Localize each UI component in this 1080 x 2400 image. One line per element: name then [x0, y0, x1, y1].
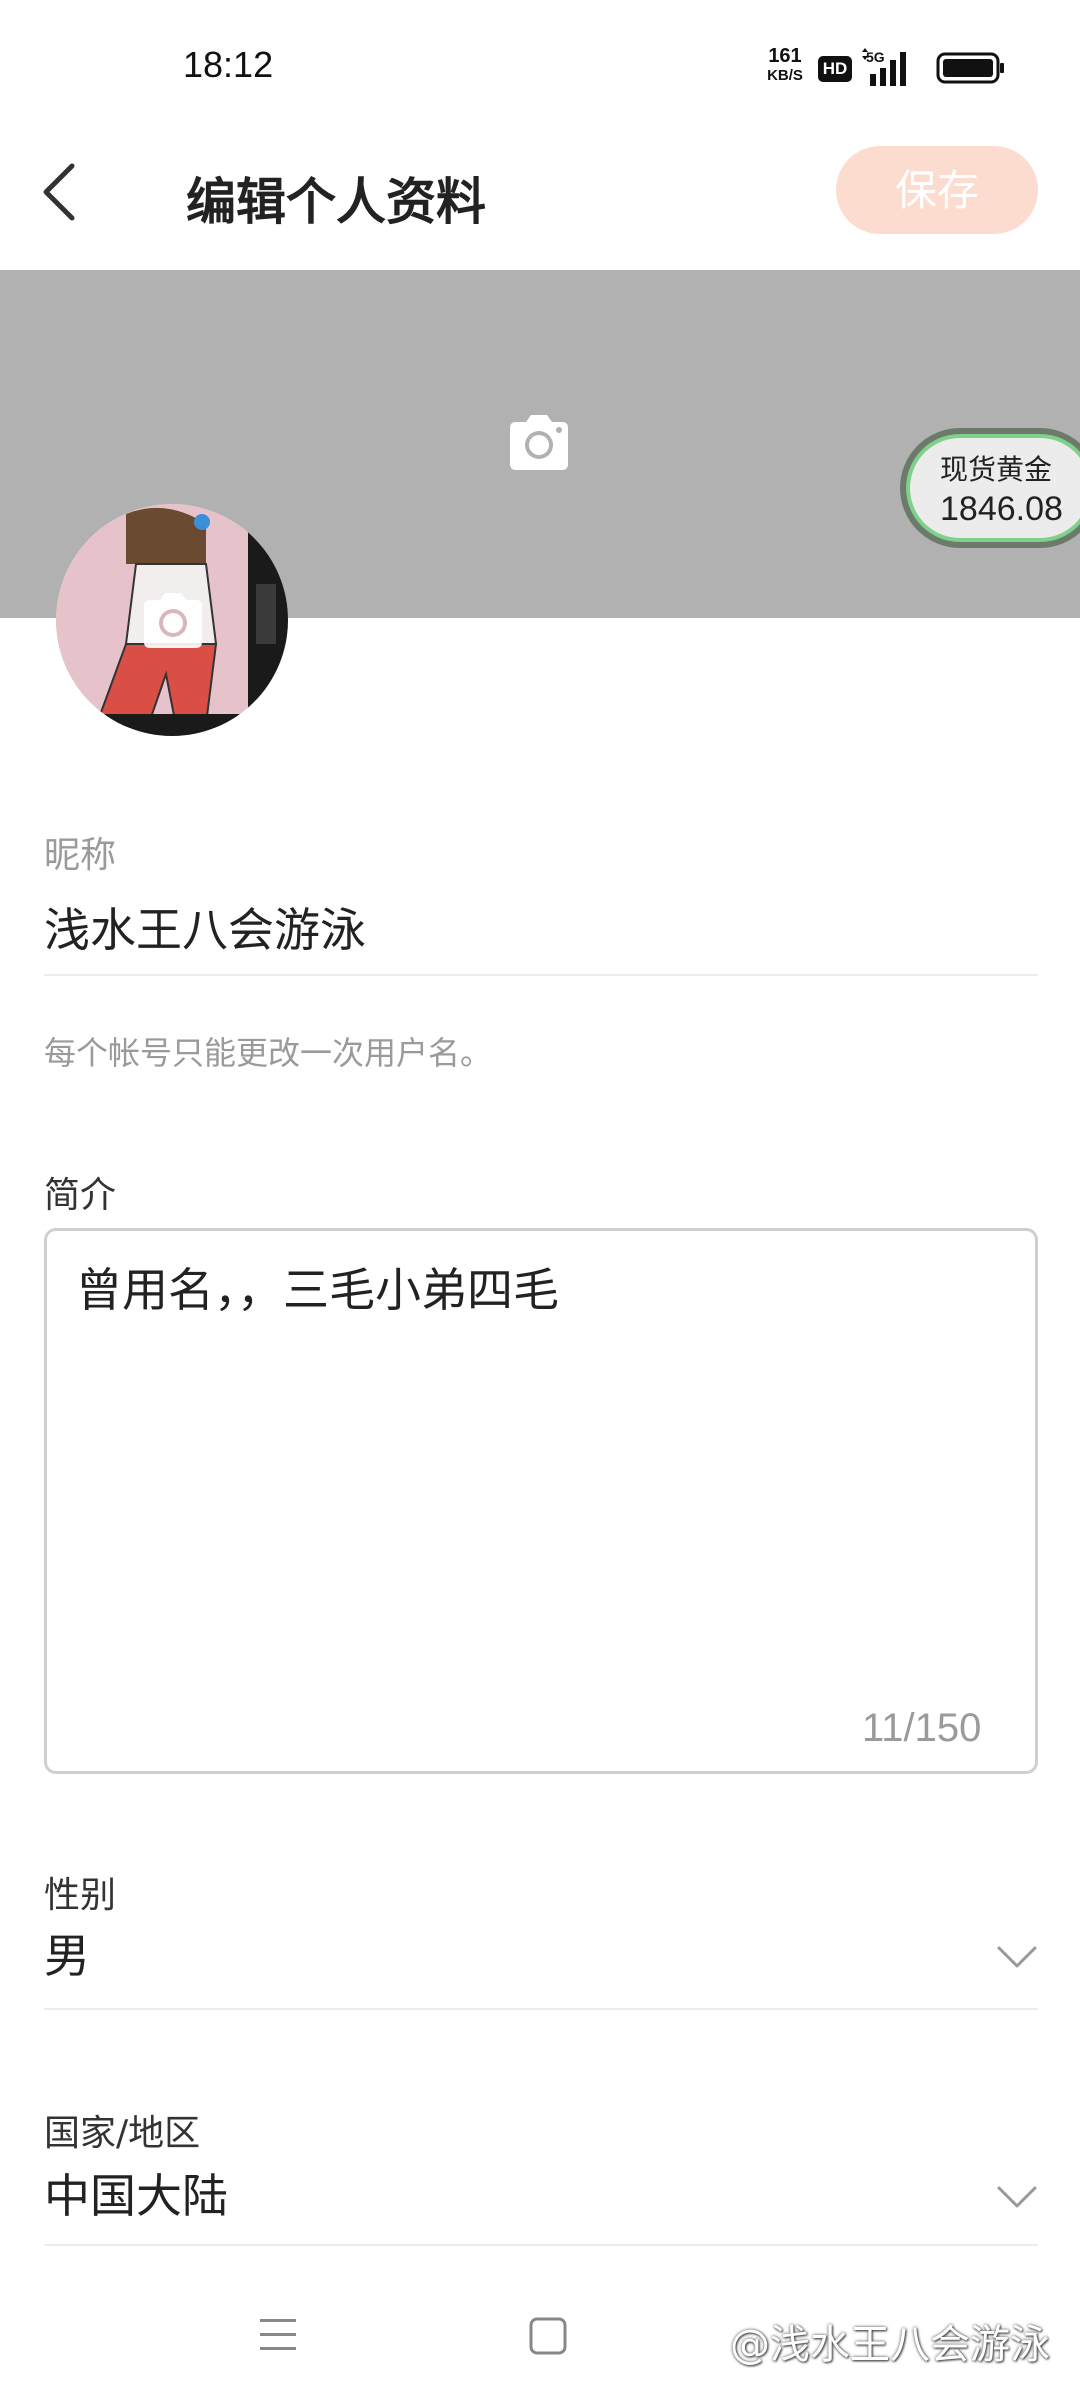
signal-5g-icon: 5G — [860, 48, 922, 88]
region-divider — [44, 2244, 1038, 2246]
gold-price-widget[interactable]: 现货黄金 1846.08 — [900, 428, 1080, 548]
gold-price-card: 现货黄金 1846.08 — [906, 434, 1080, 542]
menu-icon — [260, 2319, 296, 2350]
network-speed: 161 KB/S — [760, 46, 810, 86]
chevron-left-icon — [43, 163, 75, 221]
avatar-camera-icon[interactable] — [140, 590, 206, 652]
gender-label: 性别 — [44, 1875, 117, 1916]
nickname-label: 昵称 — [44, 835, 117, 876]
bio-char-counter: 11/150 — [862, 1706, 982, 1750]
battery-icon — [936, 52, 1006, 84]
chevron-down-icon — [997, 2186, 1037, 2208]
nav-home-button[interactable] — [528, 2316, 568, 2356]
save-button[interactable]: 保存 — [836, 146, 1038, 234]
square-icon — [529, 2317, 567, 2355]
network-speed-value: 161 — [768, 45, 802, 67]
region-value: 中国大陆 — [44, 2169, 228, 2223]
chevron-down-icon — [997, 1946, 1037, 1968]
gold-price-label: 现货黄金 — [940, 453, 1053, 486]
watermark: @浅水王八会游泳 — [730, 2322, 1050, 2368]
gold-price-value: 1846.08 — [940, 490, 1063, 528]
nickname-hint: 每个帐号只能更改一次用户名。 — [44, 1034, 493, 1072]
network-type-label: 5G — [866, 49, 885, 65]
camera-icon[interactable] — [506, 412, 572, 474]
gender-divider — [44, 2008, 1038, 2010]
nickname-divider — [44, 974, 1038, 976]
region-label: 国家/地区 — [44, 2113, 201, 2154]
status-time: 18:12 — [183, 44, 274, 85]
bio-label: 简介 — [44, 1175, 117, 1216]
gender-value: 男 — [44, 1929, 90, 1983]
network-speed-unit: KB/S — [767, 67, 803, 84]
hd-badge: HD — [818, 56, 852, 82]
bio-text: 曾用名，，三毛小弟四毛 — [76, 1263, 559, 1317]
region-select[interactable]: 中国大陆 — [44, 2160, 1038, 2240]
nav-menu-button[interactable] — [258, 2316, 298, 2354]
gender-select[interactable]: 男 — [44, 1920, 1038, 2000]
page-title: 编辑个人资料 — [186, 173, 486, 231]
back-button[interactable] — [36, 156, 88, 228]
nickname-input[interactable]: 浅水王八会游泳 — [44, 894, 366, 960]
